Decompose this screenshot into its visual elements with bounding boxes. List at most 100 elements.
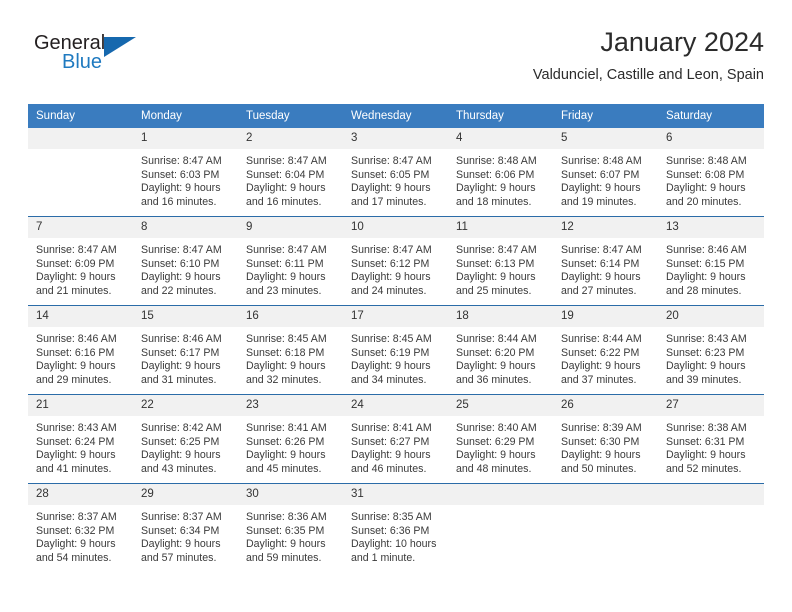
daylight-text-line2: and 22 minutes. (141, 284, 217, 297)
daylight-text-line1: Daylight: 9 hours (351, 182, 431, 195)
daylight-text-line1: Daylight: 9 hours (351, 449, 431, 462)
day-cell[interactable] (658, 483, 764, 572)
day-cell[interactable]: 30 Sunrise: 8:36 AM Sunset: 6:35 PM Dayl… (238, 483, 343, 572)
day-cell[interactable]: 31 Sunrise: 8:35 AM Sunset: 6:36 PM Dayl… (343, 483, 448, 572)
sunrise-text: Sunrise: 8:38 AM (666, 422, 747, 434)
day-cell[interactable]: 28 Sunrise: 8:37 AM Sunset: 6:32 PM Dayl… (28, 483, 133, 572)
day-cell[interactable]: 19 Sunrise: 8:44 AM Sunset: 6:22 PM Dayl… (553, 305, 658, 395)
weekday-header-wednesday: Wednesday (343, 104, 448, 128)
day-details: Sunrise: 8:45 AM Sunset: 6:18 PM Dayligh… (238, 327, 343, 387)
day-cell[interactable]: 11 Sunrise: 8:47 AM Sunset: 6:13 PM Dayl… (448, 216, 553, 306)
day-cell[interactable] (448, 483, 553, 572)
sunrise-text: Sunrise: 8:41 AM (246, 422, 327, 434)
day-cell[interactable]: 16 Sunrise: 8:45 AM Sunset: 6:18 PM Dayl… (238, 305, 343, 395)
sunrise-text: Sunrise: 8:37 AM (36, 511, 117, 523)
day-cell[interactable]: 6 Sunrise: 8:48 AM Sunset: 6:08 PM Dayli… (658, 128, 764, 217)
day-cell[interactable]: 29 Sunrise: 8:37 AM Sunset: 6:34 PM Dayl… (133, 483, 238, 572)
daylight-text-line1: Daylight: 9 hours (561, 271, 641, 284)
day-cell[interactable]: 18 Sunrise: 8:44 AM Sunset: 6:20 PM Dayl… (448, 305, 553, 395)
day-details: Sunrise: 8:45 AM Sunset: 6:19 PM Dayligh… (343, 327, 448, 387)
sunrise-text: Sunrise: 8:41 AM (351, 422, 432, 434)
day-details: Sunrise: 8:47 AM Sunset: 6:11 PM Dayligh… (238, 238, 343, 298)
day-cell[interactable]: 14 Sunrise: 8:46 AM Sunset: 6:16 PM Dayl… (28, 305, 133, 395)
day-cell[interactable]: 24 Sunrise: 8:41 AM Sunset: 6:27 PM Dayl… (343, 394, 448, 484)
day-cell[interactable]: 8 Sunrise: 8:47 AM Sunset: 6:10 PM Dayli… (133, 216, 238, 306)
sunset-text: Sunset: 6:16 PM (36, 346, 115, 359)
day-cell[interactable] (28, 128, 133, 217)
day-cell[interactable]: 9 Sunrise: 8:47 AM Sunset: 6:11 PM Dayli… (238, 216, 343, 306)
sunset-text: Sunset: 6:32 PM (36, 524, 115, 537)
day-details: Sunrise: 8:39 AM Sunset: 6:30 PM Dayligh… (553, 416, 658, 476)
daylight-text-line1: Daylight: 9 hours (141, 538, 221, 551)
day-cell[interactable]: 27 Sunrise: 8:38 AM Sunset: 6:31 PM Dayl… (658, 394, 764, 484)
day-details: Sunrise: 8:42 AM Sunset: 6:25 PM Dayligh… (133, 416, 238, 476)
daylight-text-line1: Daylight: 9 hours (141, 360, 221, 373)
calendar-page: General Blue January 2024 Valdunciel, Ca… (0, 0, 792, 612)
day-cell[interactable]: 3 Sunrise: 8:47 AM Sunset: 6:05 PM Dayli… (343, 128, 448, 217)
day-cell[interactable]: 7 Sunrise: 8:47 AM Sunset: 6:09 PM Dayli… (28, 216, 133, 306)
sunset-text: Sunset: 6:13 PM (456, 257, 535, 270)
day-number: 14 (28, 306, 133, 327)
sunrise-text: Sunrise: 8:48 AM (666, 155, 747, 167)
day-number: 21 (28, 395, 133, 416)
daylight-text-line2: and 50 minutes. (561, 462, 637, 475)
day-cell[interactable]: 23 Sunrise: 8:41 AM Sunset: 6:26 PM Dayl… (238, 394, 343, 484)
day-number: 4 (448, 128, 553, 149)
calendar-table: Sunday Monday Tuesday Wednesday Thursday… (28, 104, 764, 572)
general-blue-logo[interactable]: General Blue (34, 32, 164, 82)
sunrise-text: Sunrise: 8:44 AM (561, 333, 642, 345)
day-cell[interactable]: 20 Sunrise: 8:43 AM Sunset: 6:23 PM Dayl… (658, 305, 764, 395)
sunrise-text: Sunrise: 8:39 AM (561, 422, 642, 434)
sunset-text: Sunset: 6:14 PM (561, 257, 640, 270)
daylight-text-line1: Daylight: 9 hours (141, 449, 221, 462)
daylight-text-line2: and 1 minute. (351, 551, 416, 564)
sunset-text: Sunset: 6:03 PM (141, 168, 220, 181)
daylight-text-line1: Daylight: 9 hours (456, 182, 536, 195)
sunset-text: Sunset: 6:07 PM (561, 168, 640, 181)
day-cell[interactable]: 4 Sunrise: 8:48 AM Sunset: 6:06 PM Dayli… (448, 128, 553, 217)
day-cell[interactable] (553, 483, 658, 572)
sunrise-text: Sunrise: 8:43 AM (36, 422, 117, 434)
day-details: Sunrise: 8:46 AM Sunset: 6:17 PM Dayligh… (133, 327, 238, 387)
daylight-text-line2: and 41 minutes. (36, 462, 112, 475)
day-cell[interactable]: 17 Sunrise: 8:45 AM Sunset: 6:19 PM Dayl… (343, 305, 448, 395)
day-details: Sunrise: 8:47 AM Sunset: 6:13 PM Dayligh… (448, 238, 553, 298)
sunset-text: Sunset: 6:22 PM (561, 346, 640, 359)
sunset-text: Sunset: 6:05 PM (351, 168, 430, 181)
day-details (553, 505, 658, 511)
day-number: 11 (448, 217, 553, 238)
day-cell[interactable]: 5 Sunrise: 8:48 AM Sunset: 6:07 PM Dayli… (553, 128, 658, 217)
sunrise-text: Sunrise: 8:47 AM (141, 155, 222, 167)
day-cell[interactable]: 26 Sunrise: 8:39 AM Sunset: 6:30 PM Dayl… (553, 394, 658, 484)
sunset-text: Sunset: 6:23 PM (666, 346, 745, 359)
day-number: 18 (448, 306, 553, 327)
daylight-text-line1: Daylight: 9 hours (246, 182, 326, 195)
day-cell[interactable]: 22 Sunrise: 8:42 AM Sunset: 6:25 PM Dayl… (133, 394, 238, 484)
location-subtitle: Valdunciel, Castille and Leon, Spain (532, 67, 764, 83)
day-number: 3 (343, 128, 448, 149)
day-details: Sunrise: 8:47 AM Sunset: 6:03 PM Dayligh… (133, 149, 238, 209)
day-number: 24 (343, 395, 448, 416)
day-number: 29 (133, 484, 238, 505)
day-cell[interactable]: 1 Sunrise: 8:47 AM Sunset: 6:03 PM Dayli… (133, 128, 238, 217)
day-details: Sunrise: 8:47 AM Sunset: 6:14 PM Dayligh… (553, 238, 658, 298)
day-cell[interactable]: 2 Sunrise: 8:47 AM Sunset: 6:04 PM Dayli… (238, 128, 343, 217)
day-cell[interactable]: 25 Sunrise: 8:40 AM Sunset: 6:29 PM Dayl… (448, 394, 553, 484)
day-details (658, 505, 764, 511)
daylight-text-line1: Daylight: 9 hours (456, 449, 536, 462)
sunrise-text: Sunrise: 8:46 AM (36, 333, 117, 345)
day-cell[interactable]: 15 Sunrise: 8:46 AM Sunset: 6:17 PM Dayl… (133, 305, 238, 395)
week-row: 21 Sunrise: 8:43 AM Sunset: 6:24 PM Dayl… (28, 394, 764, 484)
weekday-header-saturday: Saturday (658, 104, 764, 128)
daylight-text-line2: and 57 minutes. (141, 551, 217, 564)
sunrise-text: Sunrise: 8:44 AM (456, 333, 537, 345)
sunrise-text: Sunrise: 8:45 AM (246, 333, 327, 345)
day-cell[interactable]: 12 Sunrise: 8:47 AM Sunset: 6:14 PM Dayl… (553, 216, 658, 306)
day-cell[interactable]: 10 Sunrise: 8:47 AM Sunset: 6:12 PM Dayl… (343, 216, 448, 306)
daylight-text-line1: Daylight: 9 hours (246, 449, 326, 462)
sunset-text: Sunset: 6:26 PM (246, 435, 325, 448)
sunset-text: Sunset: 6:30 PM (561, 435, 640, 448)
day-cell[interactable]: 13 Sunrise: 8:46 AM Sunset: 6:15 PM Dayl… (658, 216, 764, 306)
day-details (28, 149, 133, 155)
day-cell[interactable]: 21 Sunrise: 8:43 AM Sunset: 6:24 PM Dayl… (28, 394, 133, 484)
